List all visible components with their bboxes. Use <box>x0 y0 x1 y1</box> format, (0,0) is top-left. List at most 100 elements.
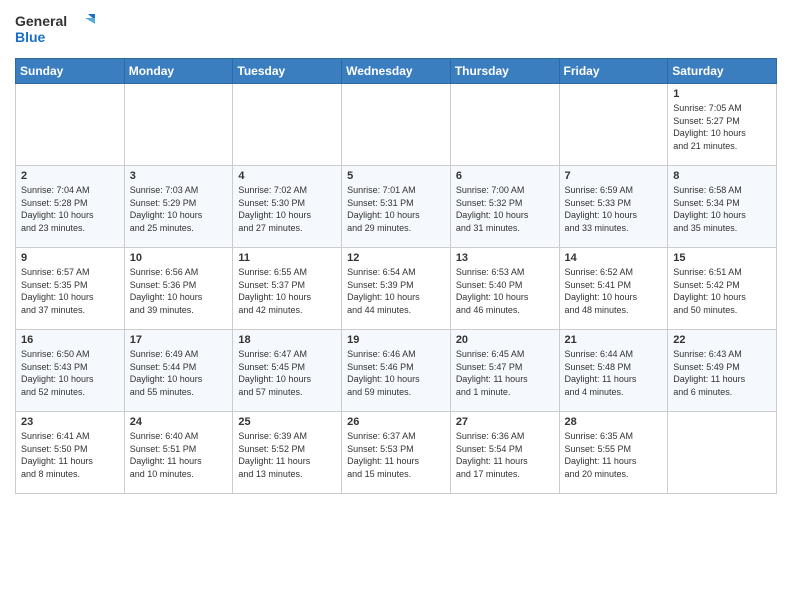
day-info: Sunrise: 6:36 AM Sunset: 5:54 PM Dayligh… <box>456 430 554 480</box>
day-number: 2 <box>21 170 119 182</box>
calendar-cell <box>16 84 125 166</box>
calendar-cell: 2 Sunrise: 7:04 AM Sunset: 5:28 PM Daylig… <box>16 166 125 248</box>
day-info: Sunrise: 6:57 AM Sunset: 5:35 PM Dayligh… <box>21 266 119 316</box>
day-number: 8 <box>673 170 771 182</box>
day-number: 16 <box>21 334 119 346</box>
day-number: 15 <box>673 252 771 264</box>
day-info: Sunrise: 6:37 AM Sunset: 5:53 PM Dayligh… <box>347 430 445 480</box>
day-info: Sunrise: 6:53 AM Sunset: 5:40 PM Dayligh… <box>456 266 554 316</box>
calendar-cell <box>342 84 451 166</box>
day-number: 22 <box>673 334 771 346</box>
calendar-week-row: 2 Sunrise: 7:04 AM Sunset: 5:28 PM Daylig… <box>16 166 777 248</box>
calendar-cell <box>668 412 777 494</box>
day-number: 7 <box>565 170 663 182</box>
calendar-cell: 21 Sunrise: 6:44 AM Sunset: 5:48 PM Dayli… <box>559 330 668 412</box>
day-number: 9 <box>21 252 119 264</box>
day-number: 28 <box>565 416 663 428</box>
calendar-table: SundayMondayTuesdayWednesdayThursdayFrid… <box>15 58 777 494</box>
day-info: Sunrise: 6:41 AM Sunset: 5:50 PM Dayligh… <box>21 430 119 480</box>
day-number: 6 <box>456 170 554 182</box>
day-info: Sunrise: 6:51 AM Sunset: 5:42 PM Dayligh… <box>673 266 771 316</box>
day-info: Sunrise: 6:47 AM Sunset: 5:45 PM Dayligh… <box>238 348 336 398</box>
calendar-cell <box>559 84 668 166</box>
col-header-saturday: Saturday <box>668 59 777 84</box>
calendar-cell <box>233 84 342 166</box>
calendar-cell: 11 Sunrise: 6:55 AM Sunset: 5:37 PM Dayli… <box>233 248 342 330</box>
calendar-cell: 27 Sunrise: 6:36 AM Sunset: 5:54 PM Dayli… <box>450 412 559 494</box>
day-info: Sunrise: 6:50 AM Sunset: 5:43 PM Dayligh… <box>21 348 119 398</box>
calendar-cell: 3 Sunrise: 7:03 AM Sunset: 5:29 PM Daylig… <box>124 166 233 248</box>
calendar-cell: 13 Sunrise: 6:53 AM Sunset: 5:40 PM Dayli… <box>450 248 559 330</box>
day-info: Sunrise: 6:52 AM Sunset: 5:41 PM Dayligh… <box>565 266 663 316</box>
day-info: Sunrise: 7:05 AM Sunset: 5:27 PM Dayligh… <box>673 102 771 152</box>
col-header-friday: Friday <box>559 59 668 84</box>
svg-text:General: General <box>15 13 67 29</box>
logo: General Blue <box>15 10 95 50</box>
calendar-cell <box>450 84 559 166</box>
day-info: Sunrise: 6:40 AM Sunset: 5:51 PM Dayligh… <box>130 430 228 480</box>
day-number: 25 <box>238 416 336 428</box>
calendar-cell: 18 Sunrise: 6:47 AM Sunset: 5:45 PM Dayli… <box>233 330 342 412</box>
day-info: Sunrise: 7:04 AM Sunset: 5:28 PM Dayligh… <box>21 184 119 234</box>
day-info: Sunrise: 6:58 AM Sunset: 5:34 PM Dayligh… <box>673 184 771 234</box>
calendar-cell: 6 Sunrise: 7:00 AM Sunset: 5:32 PM Daylig… <box>450 166 559 248</box>
day-number: 24 <box>130 416 228 428</box>
calendar-cell: 10Sunrise: 6:56 AM Sunset: 5:36 PM Dayli… <box>124 248 233 330</box>
calendar-week-row: 9 Sunrise: 6:57 AM Sunset: 5:35 PM Daylig… <box>16 248 777 330</box>
day-number: 1 <box>673 88 771 100</box>
calendar-cell: 20 Sunrise: 6:45 AM Sunset: 5:47 PM Dayli… <box>450 330 559 412</box>
day-number: 20 <box>456 334 554 346</box>
col-header-tuesday: Tuesday <box>233 59 342 84</box>
day-number: 13 <box>456 252 554 264</box>
logo-svg: General Blue <box>15 10 95 50</box>
calendar-week-row: 1 Sunrise: 7:05 AM Sunset: 5:27 PM Daylig… <box>16 84 777 166</box>
calendar-cell: 23Sunrise: 6:41 AM Sunset: 5:50 PM Dayli… <box>16 412 125 494</box>
calendar-cell: 15 Sunrise: 6:51 AM Sunset: 5:42 PM Dayli… <box>668 248 777 330</box>
col-header-wednesday: Wednesday <box>342 59 451 84</box>
calendar-week-row: 23Sunrise: 6:41 AM Sunset: 5:50 PM Dayli… <box>16 412 777 494</box>
day-info: Sunrise: 6:54 AM Sunset: 5:39 PM Dayligh… <box>347 266 445 316</box>
calendar-page: General Blue SundayMondayTuesdayWednesda… <box>0 0 792 612</box>
day-number: 21 <box>565 334 663 346</box>
day-number: 4 <box>238 170 336 182</box>
day-info: Sunrise: 6:59 AM Sunset: 5:33 PM Dayligh… <box>565 184 663 234</box>
day-info: Sunrise: 6:49 AM Sunset: 5:44 PM Dayligh… <box>130 348 228 398</box>
day-info: Sunrise: 6:35 AM Sunset: 5:55 PM Dayligh… <box>565 430 663 480</box>
day-info: Sunrise: 7:02 AM Sunset: 5:30 PM Dayligh… <box>238 184 336 234</box>
day-number: 5 <box>347 170 445 182</box>
day-number: 14 <box>565 252 663 264</box>
calendar-cell: 17Sunrise: 6:49 AM Sunset: 5:44 PM Dayli… <box>124 330 233 412</box>
calendar-cell: 9 Sunrise: 6:57 AM Sunset: 5:35 PM Daylig… <box>16 248 125 330</box>
header: General Blue <box>15 10 777 50</box>
calendar-cell: 1 Sunrise: 7:05 AM Sunset: 5:27 PM Daylig… <box>668 84 777 166</box>
calendar-cell: 4 Sunrise: 7:02 AM Sunset: 5:30 PM Daylig… <box>233 166 342 248</box>
calendar-cell: 28 Sunrise: 6:35 AM Sunset: 5:55 PM Dayli… <box>559 412 668 494</box>
col-header-thursday: Thursday <box>450 59 559 84</box>
day-info: Sunrise: 6:44 AM Sunset: 5:48 PM Dayligh… <box>565 348 663 398</box>
calendar-cell: 14 Sunrise: 6:52 AM Sunset: 5:41 PM Dayli… <box>559 248 668 330</box>
calendar-cell: 12Sunrise: 6:54 AM Sunset: 5:39 PM Dayli… <box>342 248 451 330</box>
col-header-monday: Monday <box>124 59 233 84</box>
calendar-cell: 19Sunrise: 6:46 AM Sunset: 5:46 PM Dayli… <box>342 330 451 412</box>
day-number: 11 <box>238 252 336 264</box>
day-info: Sunrise: 7:00 AM Sunset: 5:32 PM Dayligh… <box>456 184 554 234</box>
calendar-cell <box>124 84 233 166</box>
calendar-cell: 16 Sunrise: 6:50 AM Sunset: 5:43 PM Dayli… <box>16 330 125 412</box>
day-number: 3 <box>130 170 228 182</box>
col-header-sunday: Sunday <box>16 59 125 84</box>
calendar-week-row: 16 Sunrise: 6:50 AM Sunset: 5:43 PM Dayli… <box>16 330 777 412</box>
calendar-cell: 24 Sunrise: 6:40 AM Sunset: 5:51 PM Dayli… <box>124 412 233 494</box>
day-info: Sunrise: 6:39 AM Sunset: 5:52 PM Dayligh… <box>238 430 336 480</box>
calendar-cell: 22 Sunrise: 6:43 AM Sunset: 5:49 PM Dayli… <box>668 330 777 412</box>
day-number: 26 <box>347 416 445 428</box>
day-info: Sunrise: 6:43 AM Sunset: 5:49 PM Dayligh… <box>673 348 771 398</box>
day-number: 18 <box>238 334 336 346</box>
day-info: Sunrise: 7:03 AM Sunset: 5:29 PM Dayligh… <box>130 184 228 234</box>
day-number: 19 <box>347 334 445 346</box>
svg-text:Blue: Blue <box>15 29 46 45</box>
day-number: 27 <box>456 416 554 428</box>
calendar-cell: 5Sunrise: 7:01 AM Sunset: 5:31 PM Daylig… <box>342 166 451 248</box>
day-info: Sunrise: 6:45 AM Sunset: 5:47 PM Dayligh… <box>456 348 554 398</box>
calendar-header-row: SundayMondayTuesdayWednesdayThursdayFrid… <box>16 59 777 84</box>
day-info: Sunrise: 6:55 AM Sunset: 5:37 PM Dayligh… <box>238 266 336 316</box>
